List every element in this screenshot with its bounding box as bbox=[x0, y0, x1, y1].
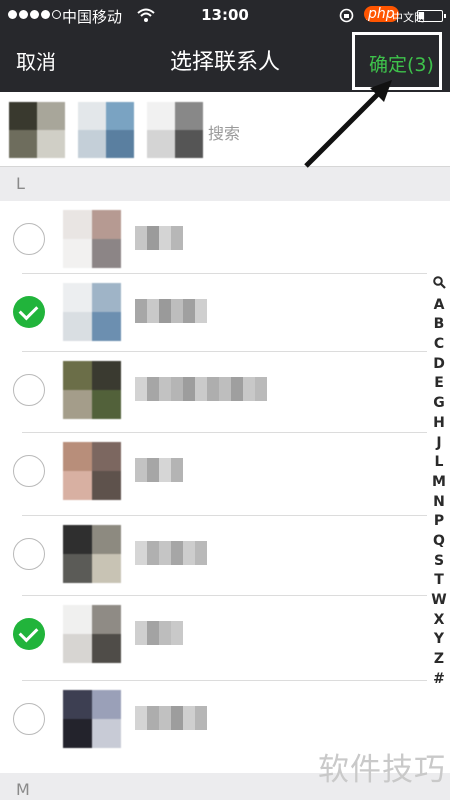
index-letter[interactable]: W bbox=[431, 591, 447, 611]
index-letter[interactable]: H bbox=[431, 414, 447, 434]
contact-row[interactable] bbox=[0, 283, 425, 365]
index-letter[interactable]: L bbox=[431, 453, 447, 473]
row-divider bbox=[22, 515, 427, 516]
index-letter[interactable]: G bbox=[431, 394, 447, 414]
rotation-lock-icon bbox=[339, 8, 354, 27]
watermark: 软件技巧 bbox=[318, 752, 446, 788]
contact-avatar bbox=[63, 442, 121, 500]
row-divider bbox=[22, 351, 427, 352]
row-divider bbox=[22, 432, 427, 433]
status-bar: 中国移动 13:00 2 php 中文网 bbox=[0, 0, 450, 30]
contact-avatar bbox=[63, 283, 121, 341]
selected-contact-avatar[interactable] bbox=[78, 102, 134, 158]
contact-name-blurred bbox=[135, 621, 183, 645]
checked-circle-icon[interactable] bbox=[13, 618, 45, 650]
contact-avatar bbox=[63, 525, 121, 583]
index-letter[interactable]: J bbox=[431, 434, 447, 454]
index-letter[interactable]: Y bbox=[431, 630, 447, 650]
selected-contacts-bar: 搜索 bbox=[0, 92, 450, 167]
magnifier-icon[interactable] bbox=[431, 276, 447, 296]
index-letter[interactable]: Q bbox=[431, 532, 447, 552]
unchecked-circle-icon[interactable] bbox=[13, 374, 45, 406]
index-letter[interactable]: B bbox=[431, 315, 447, 335]
contact-name-blurred bbox=[135, 706, 207, 730]
index-letter[interactable]: E bbox=[431, 374, 447, 394]
checked-circle-icon[interactable] bbox=[13, 296, 45, 328]
selected-contact-avatar[interactable] bbox=[147, 102, 203, 158]
confirm-highlight-box: 确定(3) bbox=[352, 32, 442, 90]
contact-avatar bbox=[63, 361, 121, 419]
search-input[interactable]: 搜索 bbox=[208, 120, 240, 144]
index-letter[interactable]: N bbox=[431, 493, 447, 513]
alphabet-index[interactable]: A B C D E G H J L M N P Q S T W X Y Z # bbox=[431, 276, 447, 689]
section-header-l: L bbox=[0, 167, 450, 201]
contact-name-blurred bbox=[135, 377, 267, 401]
contact-name-blurred bbox=[135, 299, 207, 323]
unchecked-circle-icon[interactable] bbox=[13, 455, 45, 487]
contact-row[interactable] bbox=[0, 605, 425, 687]
index-letter[interactable]: X bbox=[431, 611, 447, 631]
index-letter[interactable]: Z bbox=[431, 650, 447, 670]
contact-row[interactable] bbox=[0, 361, 425, 443]
index-letter[interactable]: A bbox=[431, 296, 447, 316]
navigation-bar: 取消 选择联系人 确定(3) bbox=[0, 30, 450, 92]
contact-avatar bbox=[63, 605, 121, 663]
contact-name-blurred bbox=[135, 226, 183, 250]
battery-fill bbox=[419, 12, 424, 19]
index-letter[interactable]: S bbox=[431, 552, 447, 572]
confirm-button[interactable]: 确定(3) bbox=[369, 50, 434, 77]
unchecked-circle-icon[interactable] bbox=[13, 223, 45, 255]
index-letter[interactable]: D bbox=[431, 355, 447, 375]
selected-contact-avatar[interactable] bbox=[9, 102, 65, 158]
contact-row[interactable] bbox=[0, 442, 425, 524]
unchecked-circle-icon[interactable] bbox=[13, 538, 45, 570]
unchecked-circle-icon[interactable] bbox=[13, 703, 45, 735]
row-divider bbox=[22, 273, 427, 274]
contact-avatar bbox=[63, 210, 121, 268]
battery-icon bbox=[417, 10, 446, 22]
top-bar: 中国移动 13:00 2 php 中文网 取消 选择联系人 确定(3) bbox=[0, 0, 450, 92]
index-letter[interactable]: # bbox=[431, 670, 447, 690]
index-letter[interactable]: P bbox=[431, 512, 447, 532]
contact-name-blurred bbox=[135, 458, 183, 482]
contact-avatar bbox=[63, 690, 121, 748]
row-divider bbox=[22, 680, 427, 681]
row-divider bbox=[22, 595, 427, 596]
index-letter[interactable]: M bbox=[431, 473, 447, 493]
contact-name-blurred bbox=[135, 541, 207, 565]
index-letter[interactable]: T bbox=[431, 571, 447, 591]
index-letter[interactable]: C bbox=[431, 335, 447, 355]
contact-row[interactable] bbox=[0, 210, 425, 292]
